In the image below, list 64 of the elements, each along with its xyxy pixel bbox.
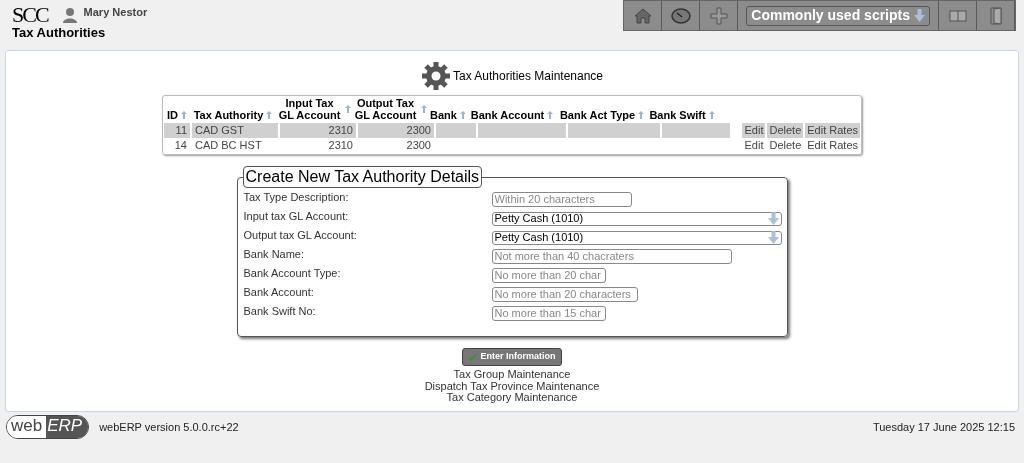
company-logo: SCC (12, 4, 48, 26)
action-link[interactable]: Edit Rates (805, 138, 860, 153)
text-field[interactable]: No more than 15 char (491, 306, 606, 321)
field-label: Bank Account: (243, 285, 315, 301)
column-header[interactable]: Output Tax GL Account (353, 97, 418, 121)
field-label: Bank Name: (243, 247, 306, 263)
datetime-text: Tuesday 17 June 2025 12:15 (872, 419, 1015, 435)
enter-information-button[interactable]: Enter Information (462, 348, 562, 366)
sort-arrow-icon[interactable] (344, 105, 351, 113)
sort-arrow-icon[interactable] (266, 111, 273, 119)
column-header[interactable]: ID (167, 109, 178, 121)
form-legend: Create New Tax Authority Details (242, 166, 483, 188)
table-cell: 2300 (358, 123, 434, 138)
field-label: Bank Swift No: (243, 304, 317, 320)
sort-arrow-icon[interactable] (638, 111, 645, 119)
field-label: Input tax GL Account: (243, 209, 350, 225)
table-cell: 2310 (280, 123, 356, 138)
maintenance-link[interactable]: Tax Group Maintenance (453, 369, 571, 381)
maintenance-link[interactable]: Dispatch Tax Province Maintenance (424, 380, 600, 392)
account-select[interactable]: Petty Cash (1010) (491, 211, 782, 226)
column-header[interactable]: Bank Swift (649, 109, 706, 121)
column-header[interactable]: Tax Authority (193, 109, 264, 121)
sort-arrow-icon[interactable] (181, 111, 187, 119)
text-field[interactable]: No more than 20 char (491, 268, 606, 283)
sort-arrow-icon[interactable] (420, 105, 427, 113)
version-text: webERP version 5.0.0.rc+22 (99, 419, 239, 435)
text-field[interactable]: Not more than 40 chacraters (491, 249, 732, 264)
column-header[interactable]: Bank (430, 109, 457, 121)
table-cell-text: 14 (173, 138, 188, 153)
table-row[interactable]: 11 CAD GST 2310 2300 Edit Delete Edit Rates (164, 123, 860, 138)
checkmark-icon (468, 352, 479, 362)
action-link[interactable]: Delete (767, 123, 804, 138)
action-link[interactable]: Edit (742, 138, 766, 153)
section-title: Tax Authorities Maintenance (452, 68, 604, 85)
text-field[interactable]: No more than 20 characters (491, 287, 638, 302)
field-label: Output tax GL Account: (243, 228, 358, 244)
table-cell: CAD GST (192, 123, 278, 138)
table-cell: 11 (164, 123, 190, 138)
action-link[interactable]: Edit (742, 123, 766, 138)
column-header[interactable]: Bank Act Type (559, 109, 636, 121)
table-row[interactable]: 14 CAD BC HST 2310 2300 Edit Delete Edit Rates (164, 138, 860, 153)
column-header[interactable]: Bank Account (470, 109, 545, 121)
maintenance-link[interactable]: Tax Category Maintenance (446, 392, 578, 404)
down-arrow-icon (914, 9, 925, 22)
action-link[interactable]: Edit Rates (805, 123, 860, 138)
column-header[interactable]: Input Tax GL Account (277, 97, 342, 121)
down-arrow-icon (767, 212, 779, 225)
table-cell-text: 2300 (405, 138, 432, 153)
action-link[interactable]: Delete (767, 138, 804, 153)
weberp-logo: web ERP (6, 415, 90, 439)
field-label: Tax Type Description: (243, 190, 350, 206)
user-icon (61, 7, 78, 23)
sort-arrow-icon[interactable] (708, 111, 715, 119)
field-label: Bank Account Type: (243, 266, 342, 282)
account-select[interactable]: Petty Cash (1010) (491, 230, 782, 245)
user-name: Mary Nestor (83, 4, 148, 20)
sort-arrow-icon[interactable] (459, 111, 466, 119)
table-cell-text: CAD BC HST (194, 138, 263, 153)
down-arrow-icon (767, 231, 779, 244)
gear-icon (420, 61, 451, 91)
table-cell-text: 2310 (327, 138, 354, 153)
page-title: Tax Authorities (12, 26, 107, 40)
text-field[interactable]: Within 20 characters (491, 192, 632, 207)
sort-arrow-icon[interactable] (547, 111, 554, 119)
